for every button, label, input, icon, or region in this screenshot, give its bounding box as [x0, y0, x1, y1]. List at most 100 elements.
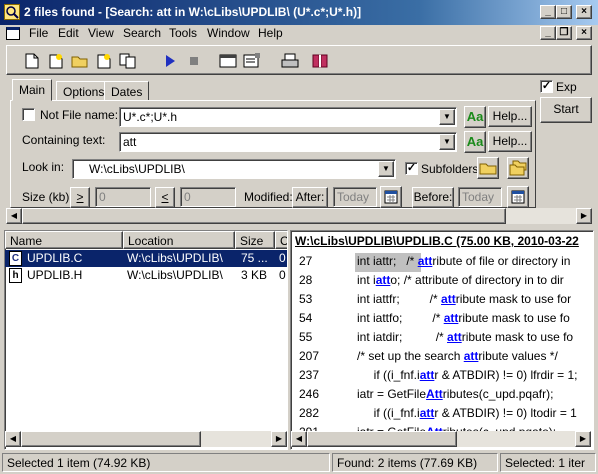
- line-number: 237: [299, 368, 320, 382]
- chevron-down-icon[interactable]: ▼: [378, 161, 394, 177]
- expand-checkbox[interactable]: ✓: [540, 80, 553, 93]
- scroll-right-icon[interactable]: ▶: [271, 431, 287, 447]
- scroll-left-icon[interactable]: ◀: [291, 431, 307, 447]
- menu-help[interactable]: Help: [258, 26, 283, 40]
- not-checkbox[interactable]: [22, 108, 35, 121]
- line-text: /* set up the search attribute values */: [357, 349, 558, 363]
- calendar-icon[interactable]: [507, 186, 529, 208]
- line-after: ribute mask to use for: [455, 292, 572, 306]
- before-date-input[interactable]: Today: [458, 187, 502, 207]
- match-highlight: att: [463, 349, 479, 363]
- column-name[interactable]: Name: [5, 231, 123, 249]
- new-search-icon[interactable]: [45, 50, 67, 72]
- help-button-2[interactable]: Help...: [488, 131, 532, 152]
- aa-case-icon[interactable]: Aa: [464, 106, 486, 128]
- book-icon[interactable]: [309, 50, 331, 72]
- size-min-input[interactable]: 0: [95, 187, 151, 207]
- subfolders-checkbox[interactable]: ✓: [405, 162, 418, 175]
- tab-dates[interactable]: Dates: [104, 81, 150, 101]
- line-number: 54: [299, 311, 313, 325]
- before-button[interactable]: Before:: [412, 187, 454, 208]
- table-row[interactable]: C UPDLIB.C W:\cLibs\UPDLIB\ 75 ... 0: [5, 250, 287, 267]
- minimize-icon[interactable]: _: [540, 5, 556, 19]
- help-button-1[interactable]: Help...: [488, 106, 532, 127]
- run-icon[interactable]: [159, 50, 181, 72]
- row-name: UPDLIB.H: [27, 268, 83, 282]
- folder-icon[interactable]: [477, 157, 499, 179]
- containing-input[interactable]: att: [119, 132, 457, 152]
- scroll-left-icon[interactable]: ◀: [5, 431, 21, 447]
- line-text: int iattfo; /* attribute mask to use fo: [357, 311, 570, 325]
- column-size[interactable]: Size: [235, 231, 275, 249]
- line-before: int iatdir; /*: [357, 330, 448, 344]
- maximize-icon[interactable]: □: [556, 5, 572, 19]
- row-c: 0: [279, 251, 286, 265]
- row-location: W:\cLibs\UPDLIB\: [127, 251, 223, 265]
- file-name-label: File name:: [62, 108, 119, 122]
- line-number: 27: [299, 254, 313, 268]
- print-icon[interactable]: [279, 50, 301, 72]
- row-name: UPDLIB.C: [27, 251, 83, 265]
- tab-main[interactable]: Main: [12, 79, 53, 101]
- scroll-thumb[interactable]: [22, 208, 506, 224]
- window-icon[interactable]: [217, 50, 239, 72]
- preview-header: W:\cLibs\UPDLIB\UPDLIB.C (75.00 KB, 2010…: [295, 234, 579, 248]
- copy-icon[interactable]: [117, 50, 139, 72]
- scroll-right-icon[interactable]: ▶: [576, 208, 592, 224]
- scroll-thumb[interactable]: [307, 431, 457, 447]
- line-number: 282: [299, 406, 320, 420]
- aa-case-icon[interactable]: Aa: [464, 131, 486, 153]
- size-lt-button[interactable]: <: [155, 187, 175, 208]
- stop-icon[interactable]: [183, 50, 205, 72]
- menu-edit[interactable]: Edit: [58, 26, 79, 40]
- not-label: Not: [40, 108, 59, 122]
- folder-multiple-icon[interactable]: [507, 157, 529, 179]
- table-row[interactable]: h UPDLIB.H W:\cLibs\UPDLIB\ 3 KB 0: [5, 267, 287, 284]
- column-c[interactable]: C: [275, 231, 287, 249]
- file-name-input[interactable]: U*.c*;U*.h: [119, 107, 457, 127]
- mdi-restore-icon[interactable]: ❐: [556, 26, 572, 40]
- preview-line: 28 int iatto; /* attribute of directory i…: [291, 272, 591, 291]
- preview-line: 55 int iatdir; /* attribute mask to use f…: [291, 329, 591, 348]
- look-in-label: Look in:: [22, 160, 65, 174]
- scroll-left-icon[interactable]: ◀: [6, 208, 22, 224]
- modified-label: Modified:: [244, 190, 293, 204]
- after-button[interactable]: After:: [292, 187, 328, 208]
- match-highlight: att: [419, 406, 435, 420]
- mdi-close-icon[interactable]: ×: [576, 26, 592, 40]
- menu-file[interactable]: File: [29, 26, 48, 40]
- toolbar: [6, 45, 592, 75]
- menu-search[interactable]: Search: [123, 26, 161, 40]
- size-max-input[interactable]: 0: [180, 187, 236, 207]
- new-icon[interactable]: [21, 50, 43, 72]
- close-icon[interactable]: ×: [576, 5, 592, 19]
- chevron-down-icon[interactable]: ▼: [439, 109, 455, 125]
- status-right: Selected: 1 iter: [500, 453, 596, 472]
- preview-line: 27 int iattr; /* attribute of file or dir…: [291, 253, 591, 272]
- calendar-icon[interactable]: [380, 186, 402, 208]
- preview-line: 237 if ((i_fnf.iattr & ATBDIR) != 0) lfr…: [291, 367, 591, 386]
- menu-tools[interactable]: Tools: [169, 26, 197, 40]
- h-file-icon: h: [9, 268, 22, 283]
- match-highlight: att: [419, 368, 435, 382]
- start-button[interactable]: Start: [540, 97, 592, 123]
- menu-view[interactable]: View: [88, 26, 114, 40]
- properties-icon[interactable]: [241, 50, 263, 72]
- size-gt-button[interactable]: >: [70, 187, 90, 208]
- match-highlight: att: [443, 311, 459, 325]
- menu-window[interactable]: Window: [207, 26, 250, 40]
- match-highlight: Att: [426, 387, 443, 401]
- column-location[interactable]: Location: [123, 231, 235, 249]
- scroll-right-icon[interactable]: ▶: [575, 431, 591, 447]
- app-icon: [4, 4, 20, 20]
- after-date-input[interactable]: Today: [333, 187, 377, 207]
- status-middle: Found: 2 items (77.69 KB): [332, 453, 498, 472]
- subfolders-label: Subfolders: [421, 162, 479, 176]
- line-text: int iatdir; /* attribute mask to use fo: [357, 330, 573, 344]
- open-icon[interactable]: [69, 50, 91, 72]
- scroll-thumb[interactable]: [21, 431, 201, 447]
- save-icon[interactable]: [93, 50, 115, 72]
- chevron-down-icon[interactable]: ▼: [439, 134, 455, 150]
- mdi-minimize-icon[interactable]: _: [540, 26, 556, 40]
- look-in-input[interactable]: W:\cLibs\UPDLIB\: [72, 159, 396, 179]
